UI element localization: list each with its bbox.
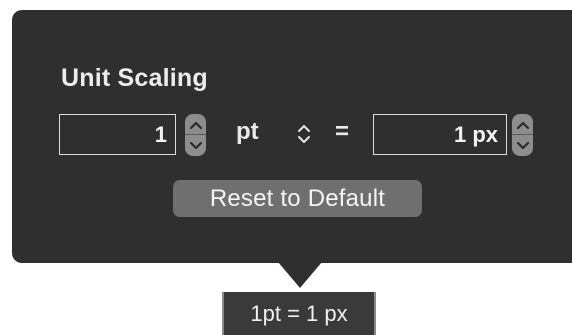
points-value-field[interactable]: 1 — [59, 114, 176, 155]
pixels-stepper[interactable] — [512, 114, 533, 156]
pixels-value-field[interactable]: 1 px — [373, 114, 507, 155]
unit-popup-label[interactable]: pt — [236, 118, 259, 146]
stepper-down-icon[interactable] — [185, 135, 206, 156]
points-stepper[interactable] — [185, 114, 206, 156]
up-down-chevron-icon[interactable] — [295, 121, 313, 147]
equals-sign: = — [335, 118, 350, 145]
scale-tooltip: 1pt = 1 px — [222, 292, 376, 335]
popover-title: Unit Scaling — [61, 64, 208, 92]
reset-to-default-button[interactable]: Reset to Default — [173, 180, 422, 217]
popover-arrow — [278, 262, 322, 288]
canvas: Unit Scaling 1 pt = 1 px Reset to Defaul… — [0, 0, 572, 335]
stepper-down-icon[interactable] — [512, 135, 533, 156]
stepper-up-icon[interactable] — [512, 114, 533, 135]
stepper-up-icon[interactable] — [185, 114, 206, 135]
